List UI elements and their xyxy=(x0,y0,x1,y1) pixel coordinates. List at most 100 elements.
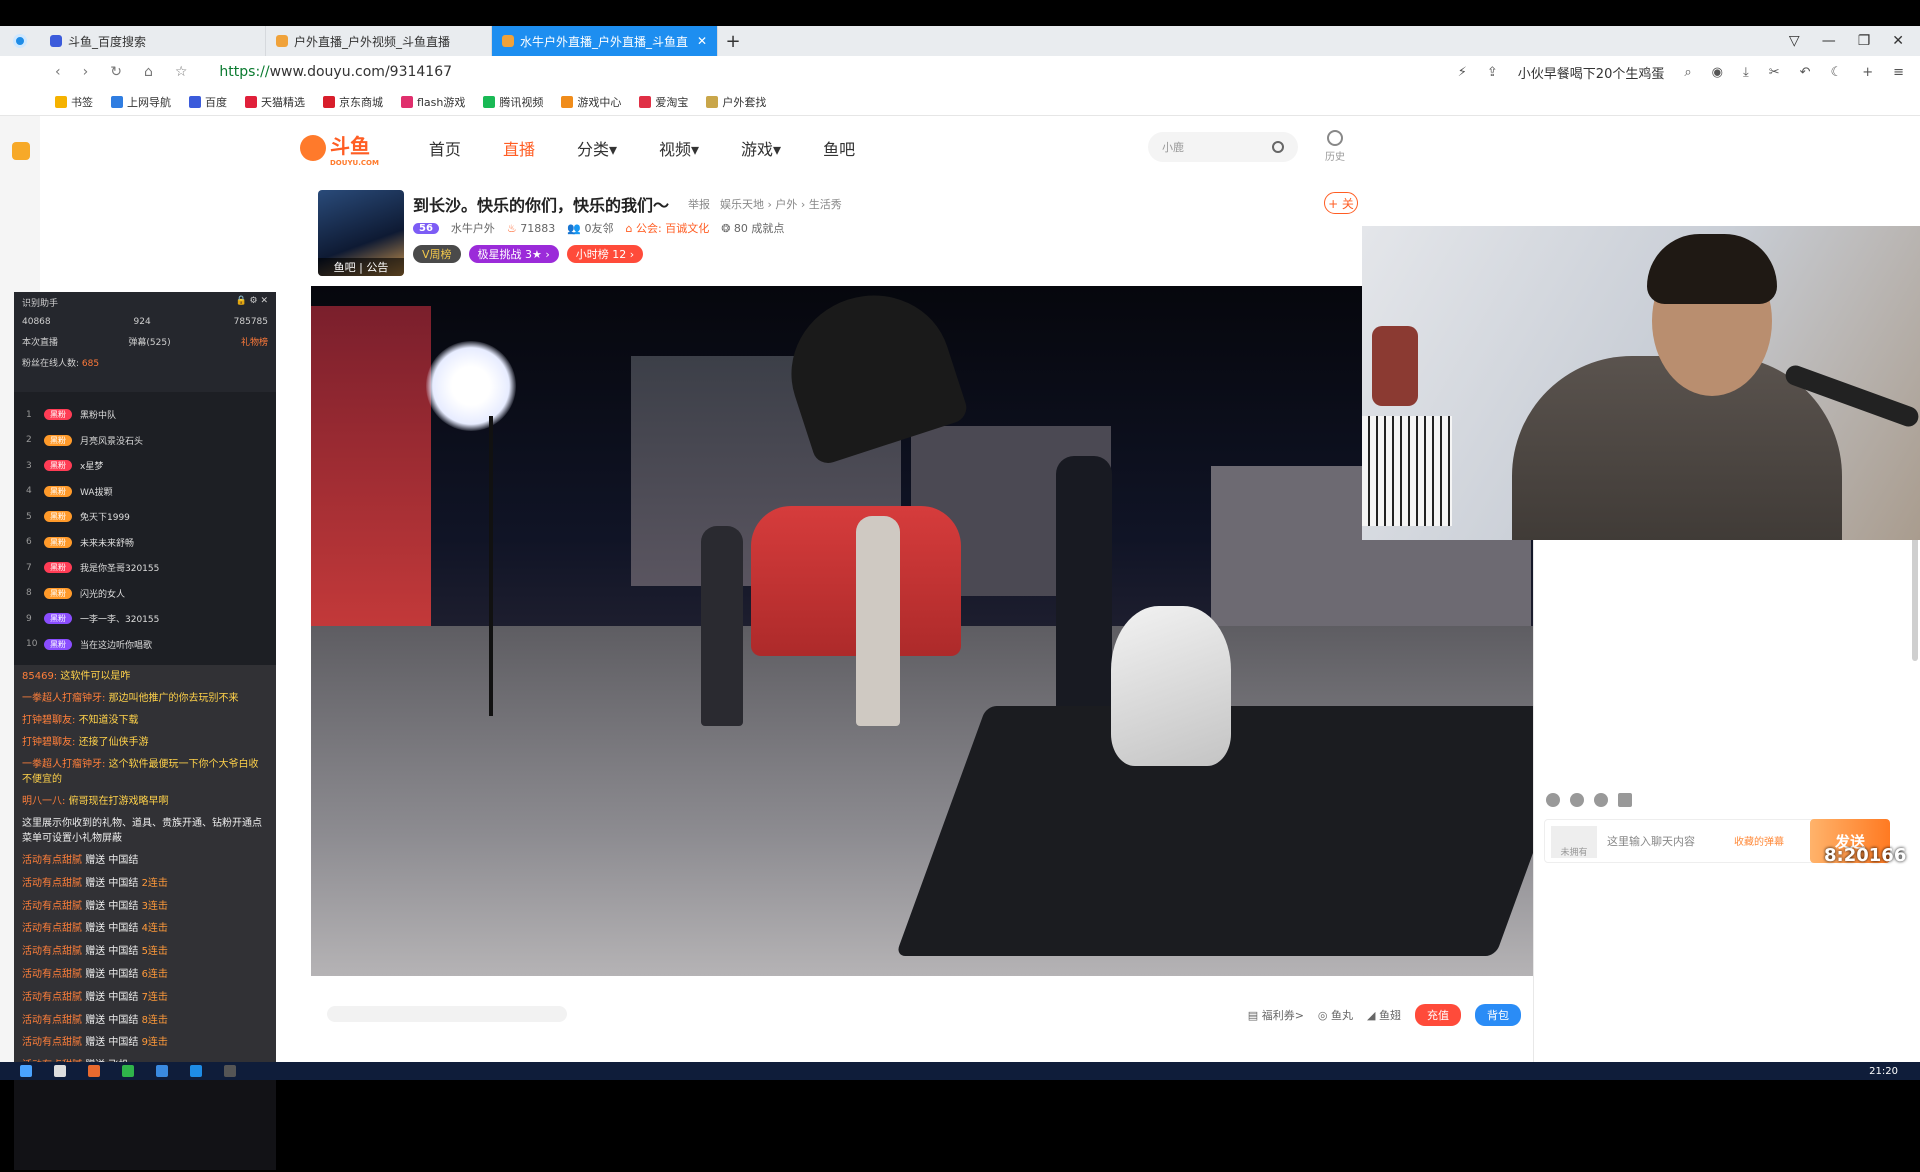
collected-danmaku-link[interactable]: 收藏的弹幕 xyxy=(1734,833,1784,848)
share-icon[interactable]: ⇪ xyxy=(1487,65,1498,80)
recharge-button[interactable]: 充值 xyxy=(1415,1004,1461,1026)
window-close-icon[interactable]: ✕ xyxy=(1892,33,1904,49)
mail-icon[interactable] xyxy=(54,1065,66,1077)
gift-user[interactable]: 活动有点甜腻 xyxy=(22,878,82,889)
anchor-avatar[interactable]: 鱼吧 | 公告 xyxy=(318,190,404,276)
crown-icon[interactable] xyxy=(1594,793,1608,807)
welfare-link[interactable]: ▤ 福利券> xyxy=(1248,1007,1304,1023)
douyu-logo[interactable]: 斗鱼 DOUYU.COM xyxy=(300,130,379,167)
bookmark-item[interactable]: 百度 xyxy=(189,94,227,110)
new-tab-button[interactable]: + xyxy=(718,26,748,56)
rank-item[interactable]: 6 黑粉 未来未来舒畅 xyxy=(14,530,276,556)
chat-user[interactable]: 打钟碧聊友: xyxy=(22,737,75,748)
star-challenge-badge[interactable]: 极星挑战 3★ › xyxy=(468,245,559,263)
rank-item[interactable]: 5 黑粉 免天下1999 xyxy=(14,504,276,530)
reload-icon[interactable]: ↻ xyxy=(110,64,122,80)
tab-danmaku[interactable]: 弹幕(525) xyxy=(128,335,170,348)
bookmark-item[interactable]: 游戏中心 xyxy=(561,94,621,110)
card-icon[interactable] xyxy=(1618,793,1632,807)
rank-item[interactable]: 10 黑粉 当在这边听你唱歌 xyxy=(14,632,276,658)
nav-game[interactable]: 游戏▾ xyxy=(741,136,781,160)
room-category[interactable]: 娱乐天地 › 户外 › 生活秀 xyxy=(720,196,842,212)
search-icon[interactable]: ⌕ xyxy=(1684,65,1691,80)
speaker-icon[interactable] xyxy=(1570,793,1584,807)
nav-category[interactable]: 分类▾ xyxy=(577,136,617,160)
favorites-icon[interactable] xyxy=(12,142,30,160)
back-icon[interactable]: ‹ xyxy=(55,64,61,80)
weekly-rank-badge[interactable]: V周榜 xyxy=(413,245,461,263)
douyu-search-input[interactable]: 小鹿 xyxy=(1148,132,1298,162)
nav-home[interactable]: 首页 xyxy=(429,136,461,160)
live-video-player[interactable] xyxy=(311,286,1533,976)
gift-user[interactable]: 活动有点甜腻 xyxy=(22,901,82,912)
chat-user[interactable]: 一拳超人打瘤钟牙: xyxy=(22,759,105,770)
rank-item[interactable]: 2 黑粉 月亮风景没石头 xyxy=(14,428,276,454)
rank-item[interactable]: 1 黑粉 黑粉中队 xyxy=(14,402,276,428)
forward-icon[interactable]: › xyxy=(83,64,89,80)
tab-outdoor-live[interactable]: 户外直播_户外视频_斗鱼直播 xyxy=(266,26,492,56)
minimize-icon[interactable]: — xyxy=(1822,33,1836,49)
rank-item[interactable]: 3 黑粉 x星梦 xyxy=(14,453,276,479)
bookmark-item[interactable]: 户外套找 xyxy=(706,94,766,110)
windows-start-icon[interactable] xyxy=(20,1065,32,1077)
gift-user[interactable]: 活动有点甜腻 xyxy=(22,923,82,934)
tab-gift-rank[interactable]: 礼物榜 xyxy=(241,335,268,348)
avatar-tabs[interactable]: 鱼吧 | 公告 xyxy=(318,258,404,276)
tab-baidu-search[interactable]: 斗鱼_百度搜索 xyxy=(40,26,266,56)
plus-icon[interactable]: + xyxy=(1862,65,1873,80)
app-icon[interactable] xyxy=(224,1065,236,1077)
emoji-icon[interactable] xyxy=(1546,793,1560,807)
nav-video[interactable]: 视频▾ xyxy=(659,136,699,160)
gift-user[interactable]: 活动有点甜腻 xyxy=(22,946,82,957)
gift-user[interactable]: 活动有点甜腻 xyxy=(22,1015,82,1026)
browser-logo-icon[interactable] xyxy=(0,26,40,56)
menu-icon[interactable]: ≡ xyxy=(1893,65,1904,80)
chat-user[interactable]: 85469: xyxy=(22,671,57,682)
chat-input[interactable]: 未拥有 这里输入聊天内容 xyxy=(1544,819,1834,863)
follow-button[interactable]: + 关 xyxy=(1324,192,1358,214)
url-field[interactable]: https://www.douyu.com/9314167 xyxy=(219,64,452,80)
tab-close-icon[interactable]: ✕ xyxy=(697,34,707,48)
scissors-icon[interactable]: ✂ xyxy=(1769,65,1780,80)
extension-icon[interactable]: ◉ xyxy=(1712,65,1723,80)
history-button[interactable]: 历史 xyxy=(1325,130,1345,163)
bookmark-item[interactable]: 腾讯视频 xyxy=(483,94,543,110)
app-icon[interactable] xyxy=(156,1065,168,1077)
rank-item[interactable]: 4 黑粉 WA拔颗 xyxy=(14,479,276,505)
bookmark-star-icon[interactable]: ☆ xyxy=(175,64,188,80)
report-link[interactable]: 举报 xyxy=(688,196,710,212)
tab-this-stream[interactable]: 本次直播 xyxy=(22,335,58,348)
app-icon[interactable] xyxy=(88,1065,100,1077)
search-suggestion[interactable]: 小伙早餐喝下20个生鸡蛋 xyxy=(1518,63,1665,82)
rank-item[interactable]: 9 黑粉 一李一李、320155 xyxy=(14,606,276,632)
bookmark-item[interactable]: 天猫精选 xyxy=(245,94,305,110)
bookmark-item[interactable]: 爱淘宝 xyxy=(639,94,688,110)
collection-icon[interactable]: ▽ xyxy=(1789,33,1800,49)
browser-taskbar-icon[interactable] xyxy=(190,1065,202,1077)
bookmark-item[interactable]: 上网导航 xyxy=(111,94,171,110)
app-icon[interactable] xyxy=(122,1065,134,1077)
restore-icon[interactable]: ❐ xyxy=(1858,33,1871,49)
anchor-name[interactable]: 水牛户外 xyxy=(451,220,495,236)
lock-icon[interactable]: 🔒 ⚙ ✕ xyxy=(235,296,268,309)
chat-user[interactable]: 明八一八: xyxy=(22,796,65,807)
hourly-rank-badge[interactable]: 小时榜 12 › xyxy=(566,245,644,263)
lightning-icon[interactable]: ⚡ xyxy=(1458,65,1467,80)
night-mode-icon[interactable]: ☾ xyxy=(1831,65,1843,80)
gift-user[interactable]: 活动有点甜腻 xyxy=(22,855,82,866)
gift-user[interactable]: 活动有点甜腻 xyxy=(22,969,82,980)
chat-user[interactable]: 打钟碧聊友: xyxy=(22,715,75,726)
nav-live[interactable]: 直播 xyxy=(503,136,535,160)
guild-info[interactable]: ⌂ 公会: 百诚文化 xyxy=(626,220,710,236)
bookmark-item[interactable]: flash游戏 xyxy=(401,94,465,110)
nav-yuba[interactable]: 鱼吧 xyxy=(823,136,855,160)
search-icon[interactable] xyxy=(1272,141,1284,153)
bookmark-item[interactable]: 书签 xyxy=(55,94,93,110)
gift-user[interactable]: 活动有点甜腻 xyxy=(22,992,82,1003)
chat-user[interactable]: 一拳超人打瘤钟牙: xyxy=(22,693,105,704)
rank-item[interactable]: 8 黑粉 闪光的女人 xyxy=(14,581,276,607)
gift-user[interactable]: 活动有点甜腻 xyxy=(22,1037,82,1048)
download-icon[interactable]: ⤓ xyxy=(1743,65,1749,80)
home-icon[interactable]: ⌂ xyxy=(144,64,153,80)
undo-icon[interactable]: ↶ xyxy=(1800,65,1811,80)
